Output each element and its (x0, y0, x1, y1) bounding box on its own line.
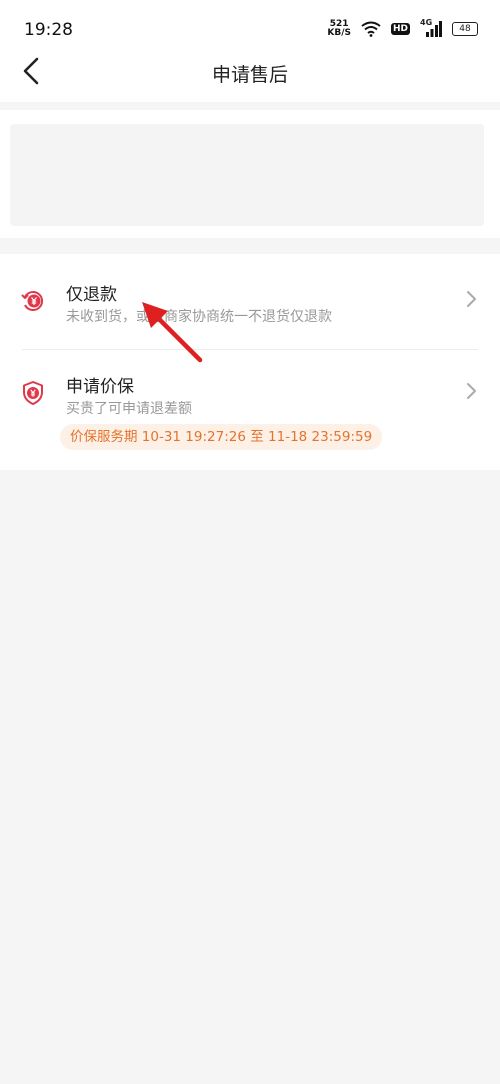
status-bar: 19:28 521 KB/S HD 4G 48 (0, 0, 500, 40)
network-speed-unit: KB/S (327, 28, 351, 38)
status-time: 19:28 (24, 20, 73, 40)
wifi-icon (361, 21, 381, 37)
cell-signal-icon: 4G (420, 18, 442, 38)
page-title: 申请售后 (211, 64, 288, 86)
option-description: 买贵了可申请退差额 (66, 401, 192, 417)
option-description: 未收到货，或与商家协商统一不退货仅退款 (66, 309, 332, 325)
order-summary-card (0, 110, 500, 238)
price-protect-shield-icon (23, 381, 43, 405)
option-refund-only[interactable]: 仅退款 未收到货，或与商家协商统一不退货仅退款 (0, 254, 500, 349)
order-summary-placeholder (10, 124, 484, 226)
option-price-protection[interactable]: 申请价保 买贵了可申请退差额 (0, 350, 500, 470)
status-icons: 521 KB/S HD 4G 48 (327, 18, 478, 40)
option-title: 仅退款 (66, 285, 117, 305)
option-title: 申请价保 (66, 377, 134, 397)
nav-bar: 申请售后 (0, 40, 500, 102)
after-sale-options: 仅退款 未收到货，或与商家协商统一不退货仅退款 申请价保 买贵了可申请退差额 价… (0, 254, 500, 470)
battery-icon: 48 (452, 22, 478, 36)
chevron-right-icon (467, 291, 476, 307)
network-speed: 521 KB/S (327, 20, 351, 38)
price-protection-period-badge: 价保服务期 10-31 19:27:26 至 11-18 23:59:59 (60, 424, 383, 450)
chevron-right-icon (467, 383, 476, 399)
refund-icon (21, 291, 44, 311)
hd-icon: HD (390, 23, 410, 35)
